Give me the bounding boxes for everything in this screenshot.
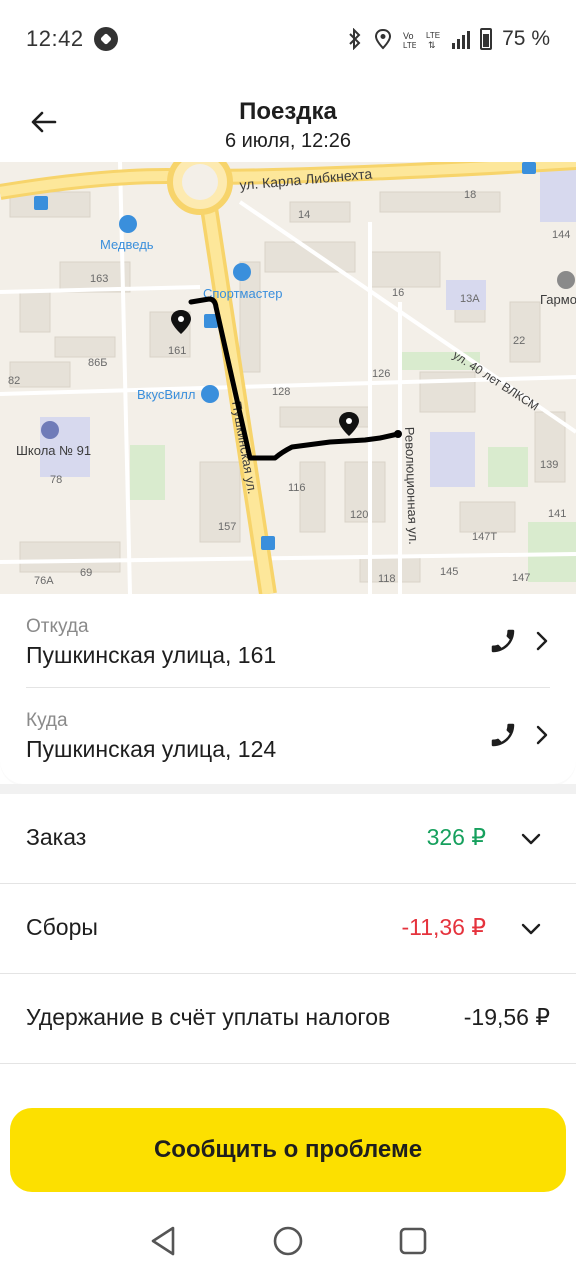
house-number: 118 (378, 573, 396, 585)
house-number: 18 (464, 189, 476, 201)
poi-pin-icon (557, 271, 575, 289)
battery-percent: 75 % (502, 27, 550, 50)
chevron-right-icon (536, 631, 548, 651)
battery-icon (480, 28, 493, 50)
report-problem-button[interactable]: Сообщить о проблеме (10, 1108, 566, 1192)
house-number: 145 (440, 566, 458, 578)
address-to-label: Куда (26, 710, 68, 731)
tax-row: Удержание в счёт уплаты налогов -19,56 ₽ (0, 974, 576, 1064)
finance-card: Заказ 326 ₽ Сборы -11,36 ₽ Удержание в с… (0, 794, 576, 1104)
house-number: 161 (168, 345, 186, 357)
order-row[interactable]: Заказ 326 ₽ (0, 794, 576, 884)
house-number: 163 (90, 273, 108, 285)
to-details-button[interactable] (534, 722, 550, 748)
shop-pin-icon (201, 385, 219, 403)
house-number: 14 (298, 209, 310, 221)
order-amount: 326 ₽ (426, 824, 486, 850)
svg-text:⇅: ⇅ (428, 40, 436, 50)
shop-pin-icon (233, 263, 251, 281)
status-bar: 12:42 Vo LTE LTE ⇅ 75 % (0, 0, 576, 78)
shop-pin-icon (119, 215, 137, 233)
route-map[interactable]: ул. Карла Либкнехта Пушкинская ул. Револ… (0, 162, 576, 594)
house-number: 78 (50, 474, 62, 486)
header: Поездка 6 июля, 12:26 (0, 78, 576, 162)
location-icon (375, 28, 392, 50)
house-number: 157 (218, 521, 236, 533)
map-poi-label: Гармо (540, 292, 576, 307)
recents-square-icon (400, 1227, 427, 1255)
address-from-row[interactable]: Откуда Пушкинская улица, 161 (26, 594, 550, 688)
nav-home-button[interactable] (268, 1221, 308, 1261)
nav-recents-button[interactable] (393, 1221, 433, 1261)
tax-amount: -19,56 ₽ (463, 1004, 550, 1030)
house-number: 144 (552, 229, 570, 241)
status-icons: Vo LTE LTE ⇅ 75 % (346, 27, 550, 51)
fees-label: Сборы (26, 914, 98, 940)
map-poi-label: ВкусВилл (137, 387, 195, 402)
house-number: 147 (512, 572, 530, 584)
address-card: Откуда Пушкинская улица, 161 Куда Пушкин… (0, 594, 576, 784)
phone-icon (491, 723, 515, 747)
house-number: 139 (540, 459, 558, 471)
house-number: 82 (8, 375, 20, 387)
school-pin-icon (41, 421, 59, 439)
fees-row[interactable]: Сборы -11,36 ₽ (0, 884, 576, 974)
address-from-value: Пушкинская улица, 161 (26, 642, 277, 668)
house-number: 69 (80, 567, 92, 579)
svg-text:LTE: LTE (403, 41, 416, 50)
house-number: 86Б (88, 357, 107, 369)
back-triangle-icon (151, 1226, 174, 1256)
action-bar: Сообщить о проблеме (0, 1096, 576, 1202)
house-number: 13А (460, 293, 480, 305)
house-number: 128 (272, 386, 290, 398)
volte-icon: Vo LTE (403, 31, 416, 50)
order-expand-button[interactable] (520, 828, 542, 850)
fees-amount: -11,36 ₽ (401, 914, 486, 940)
address-from-label: Откуда (26, 616, 89, 637)
phone-icon (491, 629, 515, 653)
chevron-down-icon (521, 923, 541, 935)
lte-icon: LTE ⇅ (426, 31, 440, 50)
house-number: 16 (392, 287, 404, 299)
house-number: 147Т (472, 531, 497, 543)
map-poi-label: Школа № 91 (16, 443, 91, 458)
call-to-button[interactable] (486, 718, 520, 752)
signal-icon (452, 29, 471, 49)
house-number: 76А (34, 575, 54, 587)
status-time: 12:42 (26, 26, 84, 51)
page-subtitle: 6 июля, 12:26 (224, 130, 352, 152)
chevron-down-icon (521, 833, 541, 845)
house-number: 120 (350, 509, 368, 521)
chevron-right-icon (536, 725, 548, 745)
from-details-button[interactable] (534, 628, 550, 654)
house-number: 141 (548, 508, 566, 520)
home-circle-icon (273, 1226, 303, 1256)
svg-text:Vo: Vo (403, 31, 414, 41)
svg-text:LTE: LTE (426, 31, 440, 40)
house-number: 22 (513, 335, 525, 347)
fees-expand-button[interactable] (520, 918, 542, 940)
nav-back-button[interactable] (143, 1221, 183, 1261)
address-to-value: Пушкинская улица, 124 (26, 736, 277, 762)
notification-icon (93, 27, 118, 51)
bluetooth-icon (349, 28, 361, 50)
map-canvas: ул. Карла Либкнехта Пушкинская ул. Револ… (0, 162, 576, 594)
order-label: Заказ (26, 824, 87, 850)
page-title: Поездка (239, 98, 337, 125)
tax-label: Удержание в счёт уплаты налогов (26, 1004, 391, 1030)
house-number: 116 (288, 482, 306, 494)
address-to-row[interactable]: Куда Пушкинская улица, 124 (26, 688, 550, 782)
map-poi-label: Медведь (100, 237, 154, 252)
section-gap (0, 784, 576, 794)
system-nav-bar (0, 1202, 576, 1280)
call-from-button[interactable] (486, 624, 520, 658)
house-number: 126 (372, 368, 390, 380)
